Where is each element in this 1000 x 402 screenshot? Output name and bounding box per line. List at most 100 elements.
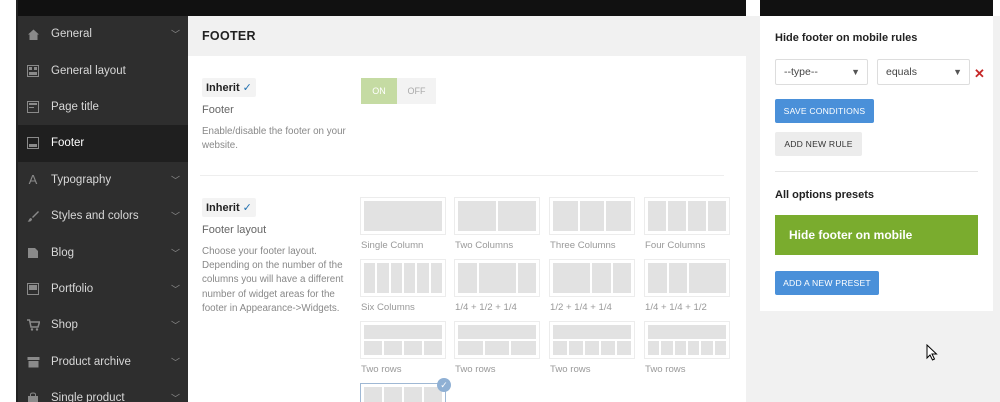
layout-label: Three Columns bbox=[550, 240, 616, 251]
layout-label: 1/2 + 1/4 + 1/4 bbox=[550, 302, 612, 313]
layout-label: 1/4 + 1/4 + 1/2 bbox=[645, 302, 707, 313]
layout-two-columns[interactable] bbox=[454, 197, 540, 235]
sidebar-item-product-archive[interactable]: Product archive ﹀ bbox=[18, 344, 188, 380]
layout-icon bbox=[26, 64, 40, 78]
page-title-icon bbox=[26, 100, 40, 114]
footer-icon bbox=[26, 136, 40, 150]
chevron-down-icon: ﹀ bbox=[170, 320, 180, 331]
left-edge bbox=[0, 0, 18, 402]
typography-icon: A bbox=[28, 172, 38, 188]
presets-title: All options presets bbox=[775, 189, 875, 201]
chevron-down-icon: ﹀ bbox=[170, 393, 180, 402]
inherit-label: Inherit bbox=[206, 82, 240, 94]
sidebar-item-footer[interactable]: Footer bbox=[18, 125, 188, 162]
sidebar-item-label: Styles and colors bbox=[51, 210, 139, 223]
chevron-down-icon: ﹀ bbox=[170, 29, 180, 40]
layout-label: Two rows bbox=[645, 364, 686, 375]
sidebar-item-general-layout[interactable]: General layout bbox=[18, 52, 188, 88]
store-icon bbox=[26, 355, 40, 369]
sidebar-item-blog[interactable]: Blog ﹀ bbox=[18, 234, 188, 270]
rules-title: Hide footer on mobile rules bbox=[775, 32, 918, 44]
cart-icon bbox=[26, 318, 40, 332]
gutter bbox=[993, 16, 1000, 402]
add-new-preset-button[interactable]: ADD A NEW PRESET bbox=[775, 271, 879, 295]
top-bar bbox=[18, 0, 746, 16]
layout-two-rows-2[interactable] bbox=[454, 321, 540, 359]
gutter bbox=[746, 16, 760, 402]
layout-option-label: Footer layout bbox=[202, 224, 267, 236]
sidebar-item-single-product[interactable]: Single product ﹀ bbox=[18, 380, 188, 402]
divider bbox=[200, 175, 724, 176]
layout-option-description: Choose your footer layout. Depending on … bbox=[202, 246, 344, 314]
layout-two-rows-1[interactable] bbox=[360, 321, 446, 359]
sidebar-item-typography[interactable]: A Typography ﹀ bbox=[18, 162, 188, 198]
footer-inherit-toggle[interactable]: Inherit ✓ bbox=[202, 78, 256, 97]
type-select-value: --type-- bbox=[784, 66, 818, 78]
layout-label: Two rows bbox=[361, 364, 402, 375]
footer-option-label: Footer bbox=[202, 104, 234, 116]
layout-two-rows-3[interactable] bbox=[549, 321, 635, 359]
layout-label: Two Columns bbox=[455, 240, 514, 251]
toggle-on-button[interactable]: ON bbox=[361, 78, 397, 104]
chevron-down-icon: ﹀ bbox=[170, 284, 180, 295]
mouse-cursor-icon bbox=[926, 343, 938, 366]
chevron-down-icon: ﹀ bbox=[170, 175, 180, 186]
layout-label: Six Columns bbox=[361, 302, 415, 313]
layout-label: 1/4 + 1/2 + 1/4 bbox=[455, 302, 517, 313]
check-icon: ✓ bbox=[242, 202, 252, 214]
layout-single-column[interactable] bbox=[360, 197, 446, 235]
right-panel: Hide footer on mobile rules --type-- ▼ e… bbox=[760, 16, 993, 311]
layout-label: Single Column bbox=[361, 240, 424, 251]
portfolio-icon bbox=[26, 282, 40, 296]
chevron-down-icon: ﹀ bbox=[170, 357, 180, 368]
layout-quarter-half-quarter[interactable] bbox=[454, 259, 540, 297]
layout-selected[interactable] bbox=[360, 383, 446, 402]
footer-on-off-switch[interactable]: ON OFF bbox=[361, 78, 436, 104]
selected-check-icon: ✓ bbox=[437, 378, 451, 392]
layout-three-columns[interactable] bbox=[549, 197, 635, 235]
remove-rule-icon[interactable]: ✕ bbox=[974, 66, 985, 82]
layout-label: Two rows bbox=[550, 364, 591, 375]
condition-select[interactable]: equals ▼ bbox=[877, 59, 970, 85]
layout-half-quarter-quarter[interactable] bbox=[549, 259, 635, 297]
sidebar-item-label: Portfolio bbox=[51, 282, 94, 295]
home-icon bbox=[26, 27, 40, 41]
toggle-off-button[interactable]: OFF bbox=[397, 78, 436, 104]
sidebar-item-label: Typography bbox=[51, 173, 112, 186]
bag-icon bbox=[26, 391, 40, 402]
add-new-rule-button[interactable]: ADD NEW RULE bbox=[775, 132, 862, 156]
check-icon: ✓ bbox=[242, 82, 252, 94]
footer-option-description: Enable/disable the footer on your websit… bbox=[202, 126, 346, 152]
right-panel-background bbox=[760, 311, 993, 402]
save-conditions-button[interactable]: SAVE CONDITIONS bbox=[775, 99, 874, 123]
sidebar-item-portfolio[interactable]: Portfolio ﹀ bbox=[18, 271, 188, 307]
chevron-down-icon: ▼ bbox=[953, 67, 962, 77]
brush-icon bbox=[26, 209, 40, 223]
layout-two-rows-4[interactable] bbox=[644, 321, 730, 359]
layout-four-columns[interactable] bbox=[644, 197, 730, 235]
main-content: FOOTER Inherit ✓ Footer Enable/disable th… bbox=[188, 16, 746, 402]
sidebar-item-label: Page title bbox=[51, 100, 99, 113]
page-title: FOOTER bbox=[202, 29, 256, 43]
sidebar-item-label: General layout bbox=[51, 64, 126, 77]
layout-inherit-toggle[interactable]: Inherit ✓ bbox=[202, 198, 256, 217]
blog-icon bbox=[26, 246, 40, 260]
sidebar-item-general[interactable]: General ﹀ bbox=[18, 16, 188, 52]
type-select[interactable]: --type-- ▼ bbox=[775, 59, 868, 85]
inherit-label: Inherit bbox=[206, 202, 240, 214]
layout-six-columns[interactable] bbox=[360, 259, 446, 297]
chevron-down-icon: ▼ bbox=[851, 67, 860, 77]
sidebar-item-page-title[interactable]: Page title bbox=[18, 89, 188, 125]
sidebar-item-label: Product archive bbox=[51, 355, 131, 368]
layout-label: Four Columns bbox=[645, 240, 706, 251]
sidebar-item-styles-and-colors[interactable]: Styles and colors ﹀ bbox=[18, 198, 188, 234]
sidebar-item-label: Footer bbox=[51, 137, 85, 150]
layout-label: Two rows bbox=[455, 364, 496, 375]
divider bbox=[775, 171, 978, 172]
preset-hide-footer-on-mobile[interactable]: Hide footer on mobile bbox=[775, 215, 978, 255]
chevron-down-icon: ﹀ bbox=[170, 211, 180, 222]
layout-quarter-quarter-half[interactable] bbox=[644, 259, 730, 297]
sidebar: General ﹀ General layout Page title Foot… bbox=[18, 16, 188, 402]
sidebar-item-shop[interactable]: Shop ﹀ bbox=[18, 307, 188, 343]
options-panel: Inherit ✓ Footer Enable/disable the foote… bbox=[188, 56, 746, 402]
